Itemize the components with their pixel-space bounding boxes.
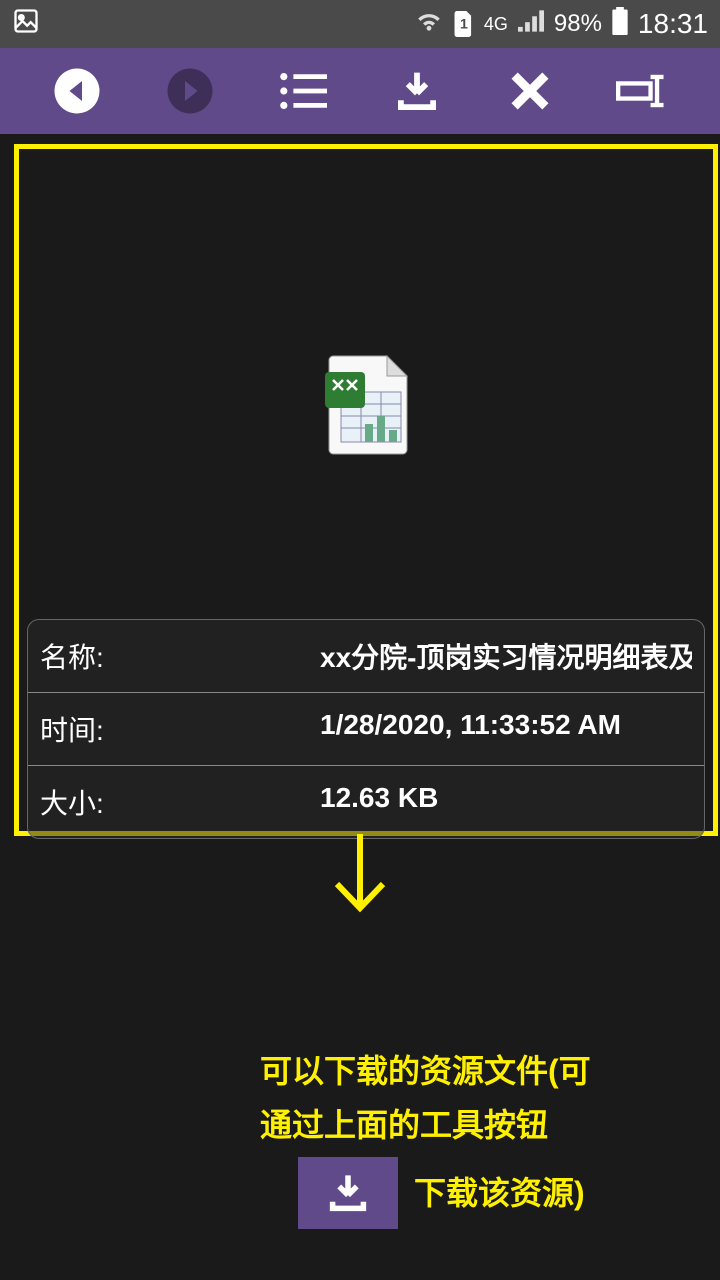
close-button[interactable] <box>500 61 560 121</box>
wifi-icon <box>414 9 444 40</box>
forward-button[interactable] <box>160 61 220 121</box>
time-value: 1/28/2020, 11:33:52 AM <box>320 709 692 749</box>
annotation-line3: 下载该资源) <box>414 1166 585 1220</box>
arrow-down-icon <box>325 834 395 929</box>
sim-icon: 1 <box>454 11 474 37</box>
signal-icon <box>518 10 544 39</box>
size-label: 大小: <box>40 782 320 822</box>
download-button[interactable] <box>387 61 447 121</box>
download-button-inline <box>298 1157 398 1229</box>
info-row-name: 名称: xx分院-顶岗实习情况明细表及统计 <box>28 620 704 693</box>
content-area: 名称: xx分院-顶岗实习情况明细表及统计 时间: 1/28/2020, 11:… <box>0 134 720 1280</box>
annotation-line2: 通过上面的工具按钮 <box>260 1098 620 1152</box>
size-value: 12.63 KB <box>320 782 692 822</box>
battery-icon <box>612 7 628 42</box>
name-label: 名称: <box>40 636 320 676</box>
network-type: 4G <box>484 14 508 35</box>
highlight-box: 名称: xx分院-顶岗实习情况明细表及统计 时间: 1/28/2020, 11:… <box>14 144 718 836</box>
annotation-text: 可以下载的资源文件(可 通过上面的工具按钮 下载该资源) <box>260 1044 620 1229</box>
file-preview[interactable] <box>19 149 713 619</box>
list-button[interactable] <box>273 61 333 121</box>
toolbar <box>0 48 720 134</box>
excel-file-icon <box>319 352 413 456</box>
annotation-line1: 可以下载的资源文件(可 <box>260 1044 620 1098</box>
status-bar: 1 4G 98% 18:31 <box>0 0 720 48</box>
info-row-time: 时间: 1/28/2020, 11:33:52 AM <box>28 693 704 766</box>
clock-time: 18:31 <box>638 8 708 40</box>
image-icon <box>12 7 40 42</box>
rename-button[interactable] <box>613 61 673 121</box>
battery-percent: 98% <box>554 10 602 38</box>
svg-text:1: 1 <box>460 17 468 33</box>
info-row-size: 大小: 12.63 KB <box>28 766 704 838</box>
file-info-panel: 名称: xx分院-顶岗实习情况明细表及统计 时间: 1/28/2020, 11:… <box>27 619 705 839</box>
time-label: 时间: <box>40 709 320 749</box>
name-value: xx分院-顶岗实习情况明细表及统计 <box>320 636 692 676</box>
back-button[interactable] <box>47 61 107 121</box>
